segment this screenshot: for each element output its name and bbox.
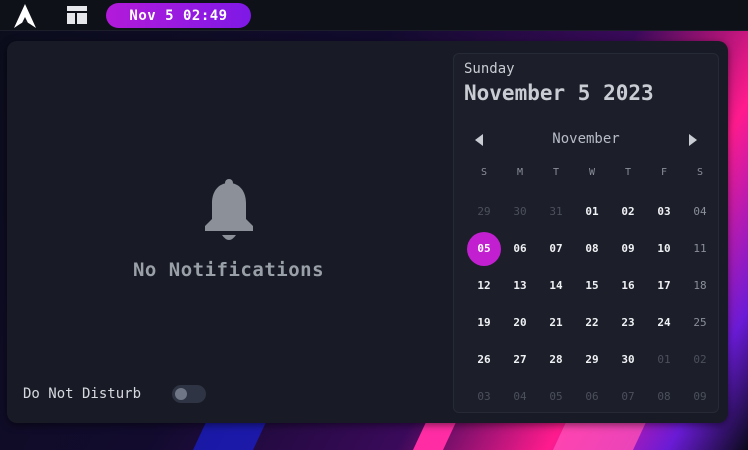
no-notifications-label: No Notifications xyxy=(132,259,325,281)
notification-area: No Notifications Do Not Disturb xyxy=(7,41,447,423)
next-month-arrow-icon[interactable] xyxy=(688,134,698,146)
top-bar: Nov 5 02:49 xyxy=(0,0,748,31)
toggle-knob xyxy=(175,388,187,400)
arch-linux-logo-icon[interactable] xyxy=(12,3,38,29)
calendar-day[interactable]: 24 xyxy=(647,306,681,340)
calendar-day-today[interactable]: 05 xyxy=(467,232,501,266)
calendar-day[interactable]: 01 xyxy=(575,195,609,229)
weekday-label: S xyxy=(480,167,488,178)
weekday-label: T xyxy=(624,167,632,178)
calendar-day[interactable]: 04 xyxy=(683,195,717,229)
calendar-day[interactable]: 17 xyxy=(647,269,681,303)
do-not-disturb-label: Do Not Disturb xyxy=(23,386,142,402)
calendar-day[interactable]: 03 xyxy=(647,195,681,229)
calendar-day[interactable]: 22 xyxy=(575,306,609,340)
calendar-day[interactable]: 19 xyxy=(467,306,501,340)
weekday-label: M xyxy=(516,167,524,178)
calendar-day[interactable]: 23 xyxy=(611,306,645,340)
bell-icon xyxy=(205,179,253,240)
notification-center-panel: No Notifications Do Not Disturb Sunday N… xyxy=(7,41,728,423)
calendar-day[interactable]: 02 xyxy=(611,195,645,229)
weekday-label: T xyxy=(552,167,560,178)
calendar-day[interactable]: 07 xyxy=(611,380,645,414)
calendar-day[interactable]: 08 xyxy=(647,380,681,414)
calendar-day[interactable]: 09 xyxy=(611,232,645,266)
weekday-label: W xyxy=(588,167,596,178)
calendar-full-date: November 5 2023 xyxy=(464,81,654,105)
calendar-day[interactable]: 30 xyxy=(611,343,645,377)
calendar-day[interactable]: 04 xyxy=(503,380,537,414)
calendar-day[interactable]: 08 xyxy=(575,232,609,266)
clock-label: Nov 5 02:49 xyxy=(129,7,228,24)
calendar-day[interactable]: 10 xyxy=(647,232,681,266)
calendar-day[interactable]: 20 xyxy=(503,306,537,340)
calendar-day[interactable]: 16 xyxy=(611,269,645,303)
calendar-day[interactable]: 09 xyxy=(683,380,717,414)
calendar-day[interactable]: 28 xyxy=(539,343,573,377)
wallpaper-streak xyxy=(553,420,647,450)
calendar-day[interactable]: 05 xyxy=(539,380,573,414)
calendar-card: Sunday November 5 2023 November SMTWTFS … xyxy=(453,53,719,413)
calendar-day[interactable]: 29 xyxy=(467,195,501,229)
calendar-day[interactable]: 21 xyxy=(539,306,573,340)
calendar-day[interactable]: 11 xyxy=(683,232,717,266)
calendar-day[interactable]: 06 xyxy=(575,380,609,414)
calendar-day[interactable]: 07 xyxy=(539,232,573,266)
wallpaper-streak xyxy=(193,420,267,450)
calendar-day[interactable]: 03 xyxy=(467,380,501,414)
layout-icon[interactable] xyxy=(67,6,87,24)
calendar-day[interactable]: 27 xyxy=(503,343,537,377)
weekday-label: S xyxy=(696,167,704,178)
calendar-day[interactable]: 29 xyxy=(575,343,609,377)
wallpaper-streak xyxy=(413,420,457,450)
clock-pill[interactable]: Nov 5 02:49 xyxy=(106,3,251,28)
calendar-day[interactable]: 14 xyxy=(539,269,573,303)
calendar-day[interactable]: 15 xyxy=(575,269,609,303)
do-not-disturb-toggle[interactable] xyxy=(172,385,206,403)
calendar-day[interactable]: 06 xyxy=(503,232,537,266)
calendar-day-name: Sunday xyxy=(464,61,515,77)
calendar-month-label: November xyxy=(552,131,620,147)
calendar-day[interactable]: 26 xyxy=(467,343,501,377)
calendar-day[interactable]: 18 xyxy=(683,269,717,303)
calendar-day[interactable]: 31 xyxy=(539,195,573,229)
calendar-day[interactable]: 30 xyxy=(503,195,537,229)
calendar-day[interactable]: 01 xyxy=(647,343,681,377)
calendar-day[interactable]: 12 xyxy=(467,269,501,303)
calendar-day[interactable]: 02 xyxy=(683,343,717,377)
calendar-day[interactable]: 25 xyxy=(683,306,717,340)
weekday-label: F xyxy=(660,167,668,178)
calendar-day[interactable]: 13 xyxy=(503,269,537,303)
